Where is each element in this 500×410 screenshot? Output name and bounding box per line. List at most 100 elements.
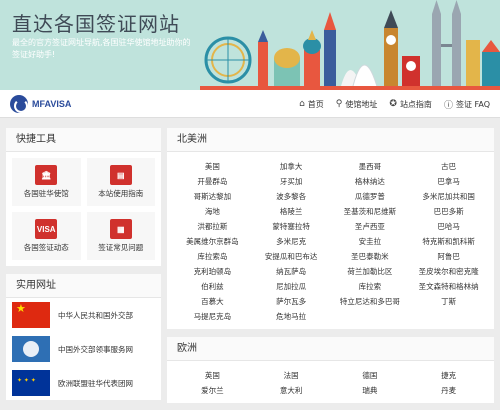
country-link[interactable]: 圣巴泰勒米	[331, 250, 410, 263]
country-link[interactable]: 圣皮埃尔和密克隆	[409, 265, 488, 278]
country-link[interactable]: 美属维尔京群岛	[173, 235, 252, 248]
sidebar: 快捷工具 🏛 各国驻华使馆 ▤ 本站使用指南 VISA 各国签证动态 ▦ 签证常…	[6, 128, 161, 410]
region-list: 北美洲 美国 加拿大 墨西哥 古巴开曼群岛 牙买加 格林纳达 巴拿马哥斯达黎加 波多黎各 瓜德罗…	[167, 128, 494, 410]
country-link[interactable]: 哥斯达黎加	[173, 190, 252, 203]
country-link[interactable]: 墨西哥	[331, 160, 410, 173]
country-link[interactable]: 格陵兰	[252, 205, 331, 218]
country-link[interactable]: 多米尼加共和国	[409, 190, 488, 203]
map-pin-icon: ⚲	[335, 99, 343, 109]
country-link[interactable]: 巴拿马	[409, 175, 488, 188]
country-link[interactable]: 德国	[331, 369, 410, 382]
country-link[interactable]: 古巴	[409, 160, 488, 173]
country-link[interactable]: 圣基茨和尼维斯	[331, 205, 410, 218]
nav-home-label: 首页	[307, 99, 324, 109]
nav-visa-faq[interactable]: ⓘ 签证 FAQ	[444, 98, 490, 111]
logo-text: MFAVISA	[32, 98, 72, 109]
country-link[interactable]: 法国	[252, 369, 331, 382]
quick-tools-panel: 快捷工具 🏛 各国驻华使馆 ▤ 本站使用指南 VISA 各国签证动态 ▦ 签证常…	[6, 128, 161, 266]
visa-icon: VISA	[35, 219, 58, 239]
country-link[interactable]: 安提瓜和巴布达	[252, 250, 331, 263]
logo-icon	[10, 94, 28, 113]
tool-site-guide-label: 本站使用指南	[98, 189, 144, 198]
tool-visa-news-label: 各国签证动态	[23, 243, 69, 252]
nav-site-guide[interactable]: ✪ 站点指南	[389, 99, 432, 110]
country-link[interactable]: 伯利兹	[173, 280, 252, 293]
country-link[interactable]: 安圭拉	[331, 235, 410, 248]
country-link[interactable]: 尼加拉瓜	[252, 280, 331, 293]
country-link[interactable]: 特克斯和凯科斯	[409, 235, 488, 248]
country-link[interactable]: 捷克	[409, 369, 488, 382]
country-link[interactable]: 纳瓦萨岛	[252, 265, 331, 278]
tool-embassies[interactable]: 🏛 各国驻华使馆	[12, 158, 81, 206]
faq-icon: ▦	[109, 219, 132, 239]
site-logo[interactable]: MFAVISA	[10, 94, 72, 113]
book-icon: ▤	[109, 165, 132, 185]
country-link[interactable]: 圣文森特和格林纳	[409, 280, 488, 293]
quick-tools-title: 快捷工具	[6, 128, 161, 152]
info-icon: ⓘ	[443, 100, 453, 111]
nav-site-guide-label: 站点指南	[399, 99, 432, 109]
home-icon: ⌂	[299, 99, 305, 109]
link-mfa[interactable]: 中华人民共和国外交部	[6, 298, 161, 332]
site-title: 直达各国签证网站	[12, 12, 180, 36]
country-link[interactable]: 爱尔兰	[173, 384, 252, 397]
country-link[interactable]: 牙买加	[252, 175, 331, 188]
header-banner: 直达各国签证网站 最全的官方签证网址导航,各国驻华使馆地址助你的签证好助手!	[0, 0, 500, 90]
country-link[interactable]: 瑞典	[331, 384, 410, 397]
country-link[interactable]: 巴巴多斯	[409, 205, 488, 218]
link-eu-delegation-label: 欧洲联盟驻华代表团网	[58, 378, 133, 388]
tool-visa-faq[interactable]: ▦ 签证常见问题	[86, 212, 155, 260]
region-panel-europe: 欧洲 英国 法国 德国 捷克爱尔兰 意大利 瑞典 丹麦	[167, 337, 494, 403]
country-link[interactable]: 库拉索	[331, 280, 410, 293]
country-link[interactable]: 开曼群岛	[173, 175, 252, 188]
region-title: 北美洲	[167, 128, 494, 152]
country-link[interactable]: 巴哈马	[409, 220, 488, 233]
country-link[interactable]: 洪都拉斯	[173, 220, 252, 233]
country-link[interactable]: 瓜德罗普	[331, 190, 410, 203]
nav-home[interactable]: ⌂ 首页	[299, 99, 324, 110]
country-link[interactable]: 萨尔瓦多	[252, 295, 331, 308]
country-link[interactable]: 英国	[173, 369, 252, 382]
country-link[interactable]: 意大利	[252, 384, 331, 397]
country-link[interactable]: 丁斯	[409, 295, 488, 308]
country-link[interactable]: 阿鲁巴	[409, 250, 488, 263]
country-link[interactable]: 危地马拉	[252, 310, 331, 323]
region-panel-north-america: 北美洲 美国 加拿大 墨西哥 古巴开曼群岛 牙买加 格林纳达 巴拿马哥斯达黎加 波多黎各 瓜德罗…	[167, 128, 494, 329]
country-link[interactable]: 美国	[173, 160, 252, 173]
link-consular-service[interactable]: 中国外交部领事服务网	[6, 332, 161, 366]
nav-visa-faq-label: 签证 FAQ	[455, 99, 490, 109]
country-link[interactable]: 蒙特塞拉特	[252, 220, 331, 233]
country-link[interactable]: 圣卢西亚	[331, 220, 410, 233]
link-eu-delegation[interactable]: 欧洲联盟驻华代表团网	[6, 366, 161, 400]
site-subtitle: 最全的官方签证网址导航,各国驻华使馆地址助你的签证好助手!	[12, 38, 191, 59]
tool-visa-faq-label: 签证常见问题	[98, 243, 144, 252]
country-link[interactable]: 克利珀顿岛	[173, 265, 252, 278]
tool-embassies-label: 各国驻华使馆	[23, 189, 69, 198]
tool-visa-news[interactable]: VISA 各国签证动态	[12, 212, 81, 260]
nav-embassy-address-label: 使馆地址	[345, 99, 378, 109]
link-consular-service-label: 中国外交部领事服务网	[58, 344, 133, 354]
country-link[interactable]: 海地	[173, 205, 252, 218]
consular-emblem-icon	[12, 336, 50, 362]
country-link[interactable]: 波多黎各	[252, 190, 331, 203]
country-link[interactable]: 荷兰加勒比区	[331, 265, 410, 278]
country-link[interactable]: 多米尼克	[252, 235, 331, 248]
country-link[interactable]: 百慕大	[173, 295, 252, 308]
link-mfa-label: 中华人民共和国外交部	[58, 310, 133, 320]
country-link[interactable]: 格林纳达	[331, 175, 410, 188]
country-link[interactable]: 库拉索岛	[173, 250, 252, 263]
country-link[interactable]: 丹麦	[409, 384, 488, 397]
country-link[interactable]: 马提尼克岛	[173, 310, 252, 323]
country-link[interactable]: 特立尼达和多巴哥	[331, 295, 410, 308]
useful-links-title: 实用网址	[6, 274, 161, 298]
country-grid: 美国 加拿大 墨西哥 古巴 开曼群岛 牙买加 格林纳达 巴拿马 哥斯达黎加 波多黎各 瓜德罗普 多米尼…	[167, 152, 494, 329]
china-flag-icon	[12, 302, 50, 328]
top-nav: MFAVISA ⌂ 首页 ⚲ 使馆地址 ✪ 站点指南 ⓘ 签证 FAQ	[0, 90, 500, 118]
region-title: 欧洲	[167, 337, 494, 361]
tool-site-guide[interactable]: ▤ 本站使用指南	[86, 158, 155, 206]
eu-flag-icon	[12, 370, 50, 396]
country-link[interactable]: 加拿大	[252, 160, 331, 173]
embassy-icon: 🏛	[35, 165, 58, 185]
nav-embassy-address[interactable]: ⚲ 使馆地址	[336, 99, 378, 110]
useful-links-panel: 实用网址 中华人民共和国外交部 中国外交部领事服务网 欧洲联盟驻华代表团网	[6, 274, 161, 400]
